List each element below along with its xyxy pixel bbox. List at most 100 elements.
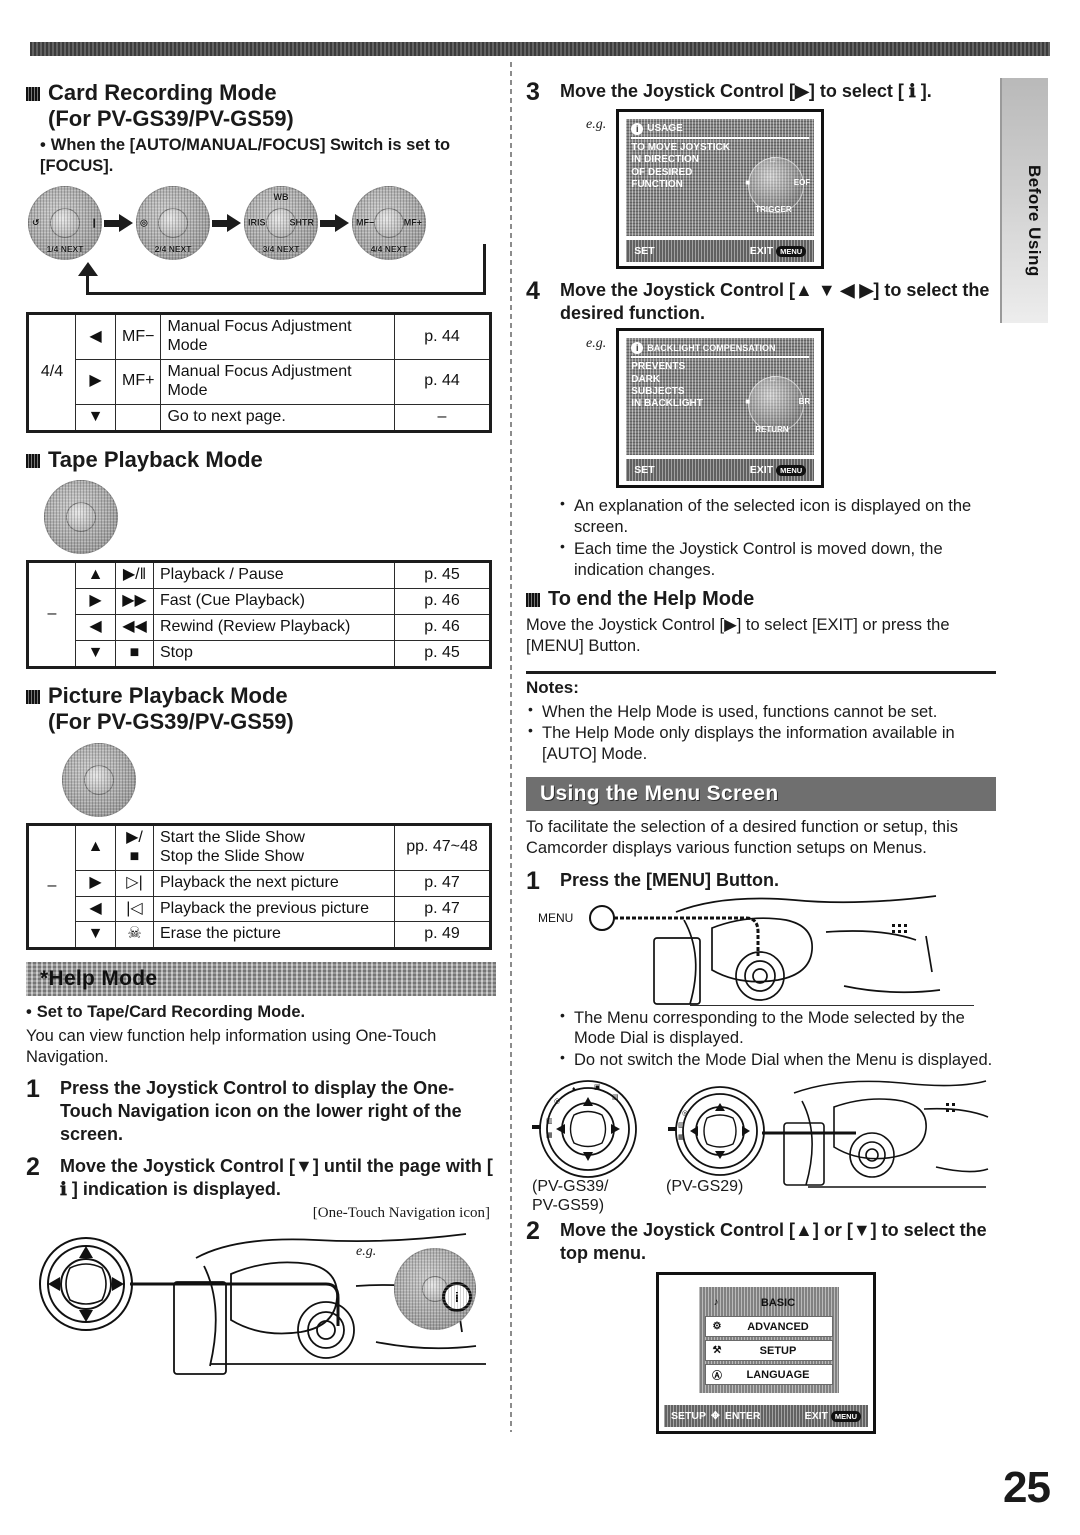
direction-cell: ▶ [75, 869, 116, 897]
svg-text:◎: ◎ [554, 1098, 560, 1105]
page-ref-cell: – [394, 403, 491, 432]
step-number: 1 [26, 1075, 40, 1104]
page-number: 25 [1003, 1463, 1051, 1512]
icon-cell: ▶/‖ [115, 561, 154, 590]
menu-item-setup[interactable]: ⚒ SETUP [705, 1340, 833, 1362]
page-ref-cell: p. 49 [394, 921, 491, 950]
icon-cell: MF− [114, 313, 162, 360]
lcd-line: FUNCTION [631, 178, 683, 190]
menu-screen-band: Using the Menu Screen [526, 776, 996, 811]
lcd-line: IN BACKLIGHT [631, 397, 703, 409]
direction-cell: ▲ [75, 823, 116, 871]
eg-label: e.g. [586, 336, 607, 352]
list-item: Each time the Joystick Control is moved … [558, 538, 996, 581]
help-step-1: 1 Press the Joystick Control to display … [26, 1077, 496, 1145]
end-help-heading: To end the Help Mode [526, 588, 996, 612]
icon-cell [114, 403, 162, 432]
pad-left-label: ■ [745, 397, 751, 407]
lcd-exit-label: EXIT [749, 464, 774, 477]
lcd-exit-label: EXIT [749, 245, 774, 257]
picture-playback-title: Picture Playback Mode [48, 682, 288, 708]
tape-playback-table: – ▲ ▶/‖ Playback / Pause p. 45 ▶ ▶▶ Fast… [26, 560, 492, 669]
step-number: 2 [526, 1216, 540, 1245]
exit-label: EXIT [804, 1410, 828, 1423]
joystick-icon-tape [44, 480, 118, 555]
menu-screen-step-2: 2 Move the Joystick Control [▲] or [▼] t… [526, 1216, 996, 1264]
page-ref-cell: p. 45 [394, 561, 491, 590]
direction-cell: ◀ [75, 614, 116, 642]
icon-cell: ☠ [115, 921, 154, 950]
step-text: Press the Joystick Control to display th… [60, 1078, 462, 1144]
description-cell: Manual Focus Adjustment Mode [160, 358, 395, 405]
enter-label: ENTER [724, 1410, 761, 1423]
description-cell: Playback / Pause [153, 561, 395, 590]
menu-item-label: LANGUAGE [746, 1368, 810, 1381]
pad-top-label: □ [770, 155, 776, 164]
lcd-example-backlight: e.g. i BACKLIGHT COMPENSATION PREVENTS D… [586, 328, 996, 489]
info-icon: i [631, 123, 644, 136]
manual-page: Before Using Card Recording Mode (For PV… [0, 0, 1080, 1535]
page-indicator-cell: 4/4 [27, 313, 76, 432]
menu-item-language[interactable]: Ⓐ LANGUAGE [705, 1364, 833, 1386]
description-cell: Fast (Cue Playback) [153, 588, 395, 616]
page-indicator-cell: – [27, 561, 76, 668]
lcd-title-row: i USAGE [631, 123, 810, 140]
step-number: 3 [526, 78, 540, 106]
lcd-set-label: SET [634, 464, 655, 477]
mode-dial-illustration: ◎ ♦ ▣ ▤ ▥ ▦ ◎ ▥ ▦ (PV-GS39/ PV-GS59) (PV… [526, 1075, 996, 1214]
card-recording-table: 4/4 ◀ MF− Manual Focus Adjustment Mode p… [26, 312, 492, 433]
icon-cell: ▷| [115, 869, 154, 897]
step-text: Press the [MENU] Button. [560, 869, 780, 890]
picture-playback-table: – ▲ ▶/■ Start the Slide Show Stop the Sl… [26, 822, 492, 951]
advanced-icon: ⚙ [712, 1321, 722, 1333]
menu-item-label: SETUP [759, 1344, 797, 1357]
direction-cell: ▼ [75, 921, 116, 950]
svg-text:▦: ▦ [546, 1132, 553, 1139]
eg-label: e.g. [586, 117, 607, 132]
lcd-joystick-hint: □ ■ BR RETURN [745, 374, 810, 433]
list-item: An explanation of the selected icon is d… [558, 495, 996, 538]
description-cell: Erase the picture [153, 921, 395, 950]
top-menu-status-bar: SETUP ✥ ENTER EXIT MENU [664, 1405, 868, 1428]
menu-item-basic[interactable]: ♪ BASIC [705, 1292, 833, 1313]
menu-button-illustration: MENU [526, 894, 996, 1007]
direction-cell: ▶ [75, 358, 116, 405]
arrow-right-icon [212, 212, 242, 234]
lcd-example-usage: e.g. i USAGE TO MOVE JOYSTICK IN DIRECTI… [586, 109, 996, 269]
help-mode-bullet: • Set to Tape/Card Recording Mode. [26, 1003, 306, 1022]
description-cell: Start the Slide Show Stop the Slide Show [153, 823, 395, 871]
card-recording-note: • When the [AUTO/MANUAL/FOCUS] Switch is … [40, 135, 451, 175]
table-row: ▶ ▶▶ Fast (Cue Playback) p. 46 [28, 588, 491, 616]
end-help-text: Move the Joystick Control [▶] to select … [526, 616, 950, 655]
menu-item-advanced[interactable]: ⚙ ADVANCED [705, 1316, 833, 1338]
page-indicator-cell: – [27, 823, 76, 950]
table-row: – ▲ ▶/■ Start the Slide Show Stop the Sl… [27, 823, 491, 950]
direction-cell: ◀ [75, 313, 116, 360]
joystick-sequence: ↺ ❙ 1/4 NEXT ◎ 2/4 NEXT WB IRIS SHTR 3/4… [28, 186, 496, 261]
step-number: 4 [526, 277, 540, 305]
setup-label: SETUP [671, 1410, 707, 1423]
step-number: 1 [526, 866, 540, 895]
joystick-icon-2: ◎ 2/4 NEXT [136, 186, 210, 261]
lcd-line: DARK [631, 373, 661, 385]
square-bullet-icon [26, 689, 40, 704]
top-banner-bar [30, 42, 1050, 56]
page-ref-cell: p. 45 [394, 640, 491, 668]
list-item: The Help Mode only displays the informat… [526, 722, 996, 765]
svg-text:▥: ▥ [678, 1122, 685, 1129]
lcd-joystick-hint: □ ■ EOF TRIGGER [745, 155, 810, 215]
top-menu-list: ♪ BASIC ⚙ ADVANCED ⚒ SETUP Ⓐ LANGUAGE [699, 1287, 839, 1394]
menu-screen-bullets: The Menu corresponding to the Mode selec… [558, 1007, 996, 1071]
notes-title: Notes: [526, 677, 579, 697]
svg-text:▦: ▦ [678, 1134, 685, 1141]
menu-key-badge: MENU [776, 245, 807, 257]
direction-cell: ◀ [75, 895, 116, 923]
pad-bottom-label: TRIGGER [755, 205, 792, 215]
lcd-lines: PREVENTS DARK SUBJECTS IN BACKLIGHT [631, 361, 749, 410]
description-cell: Rewind (Review Playback) [153, 614, 395, 642]
table-row: ▼ Go to next page. – [28, 403, 491, 432]
help-step-2: 2 Move the Joystick Control [▼] until th… [26, 1155, 496, 1200]
lcd-line: SUBJECTS [631, 385, 685, 397]
list-item: Do not switch the Mode Dial when the Men… [558, 1049, 996, 1071]
icon-cell: ▶▶ [115, 588, 154, 616]
